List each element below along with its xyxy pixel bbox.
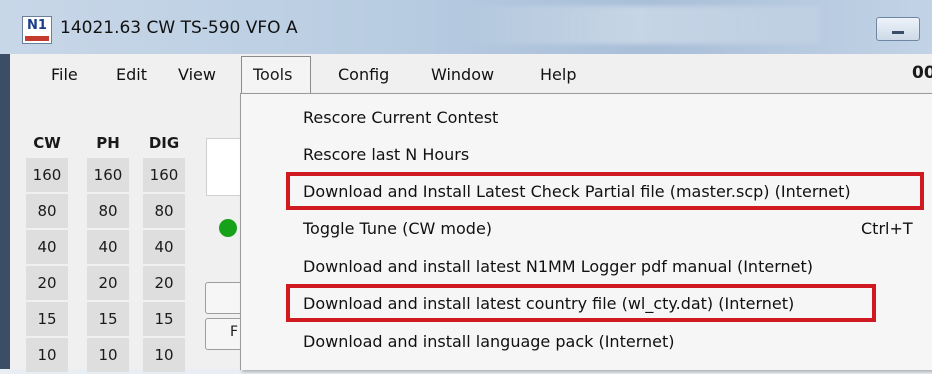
band-header-ph: PH [96,134,120,152]
status-led-icon [219,219,237,237]
band-button[interactable]: 10 [26,338,68,372]
window-left-edge [0,54,10,369]
band-button[interactable]: 80 [143,194,185,228]
band-button[interactable]: 15 [143,302,185,336]
band-button[interactable]: 80 [87,194,129,228]
band-button[interactable]: 20 [26,266,68,300]
band-header-dig: DIG [148,134,180,152]
band-button[interactable]: 160 [26,158,68,192]
menu-item-download-manual[interactable]: Download and install latest N1MM Logger … [303,257,813,276]
menu-item-download-language-pack[interactable]: Download and install language pack (Inte… [303,332,674,351]
window-title: 14021.63 CW TS-590 VFO A [60,18,298,38]
band-column-ph: PH 160 80 40 20 15 10 [87,128,129,374]
band-column-cw: CW 160 80 40 20 15 10 [26,128,68,374]
band-header-cw: CW [33,134,61,152]
band-button[interactable]: 80 [26,194,68,228]
menu-item-toggle-tune[interactable]: Toggle Tune (CW mode) [303,219,492,238]
small-button-f[interactable]: F [205,318,243,350]
band-button[interactable]: 40 [26,230,68,264]
highlight-box-check-partial [286,172,924,210]
band-button[interactable]: 15 [87,302,129,336]
band-button[interactable]: 40 [143,230,185,264]
menu-bar: File Edit View Tools Config Window Help … [10,54,932,95]
band-button[interactable]: 20 [143,266,185,300]
highlight-box-country-file [286,284,876,322]
menu-window[interactable]: Window [431,65,494,84]
band-button[interactable]: 20 [87,266,129,300]
menu-edit[interactable]: Edit [116,65,147,84]
menu-view[interactable]: View [178,65,216,84]
title-bar-blur [460,6,820,44]
toggle-tune-shortcut: Ctrl+T [861,219,913,238]
band-column-dig: DIG 160 80 40 20 15 10 [143,128,185,374]
minimize-button[interactable] [876,17,920,41]
menu-item-rescore-contest[interactable]: Rescore Current Contest [303,108,498,127]
band-button[interactable]: 160 [143,158,185,192]
band-button[interactable]: 15 [26,302,68,336]
band-button[interactable]: 40 [87,230,129,264]
menu-tools[interactable]: Tools [241,56,311,95]
small-button[interactable] [205,282,243,314]
menu-help[interactable]: Help [540,65,576,84]
band-button[interactable]: 10 [143,338,185,372]
menu-config[interactable]: Config [338,65,389,84]
band-button[interactable]: 160 [87,158,129,192]
menubar-right-text: 00 [912,63,932,83]
app-logo-icon: N1 [22,16,52,44]
menu-item-rescore-hours[interactable]: Rescore last N Hours [303,145,469,164]
title-bar: N1 14021.63 CW TS-590 VFO A [0,0,932,55]
tools-dropdown-menu: Rescore Current Contest Rescore last N H… [240,93,932,370]
band-button[interactable]: 10 [87,338,129,372]
menu-file[interactable]: File [51,65,78,84]
entry-box[interactable] [206,138,242,196]
